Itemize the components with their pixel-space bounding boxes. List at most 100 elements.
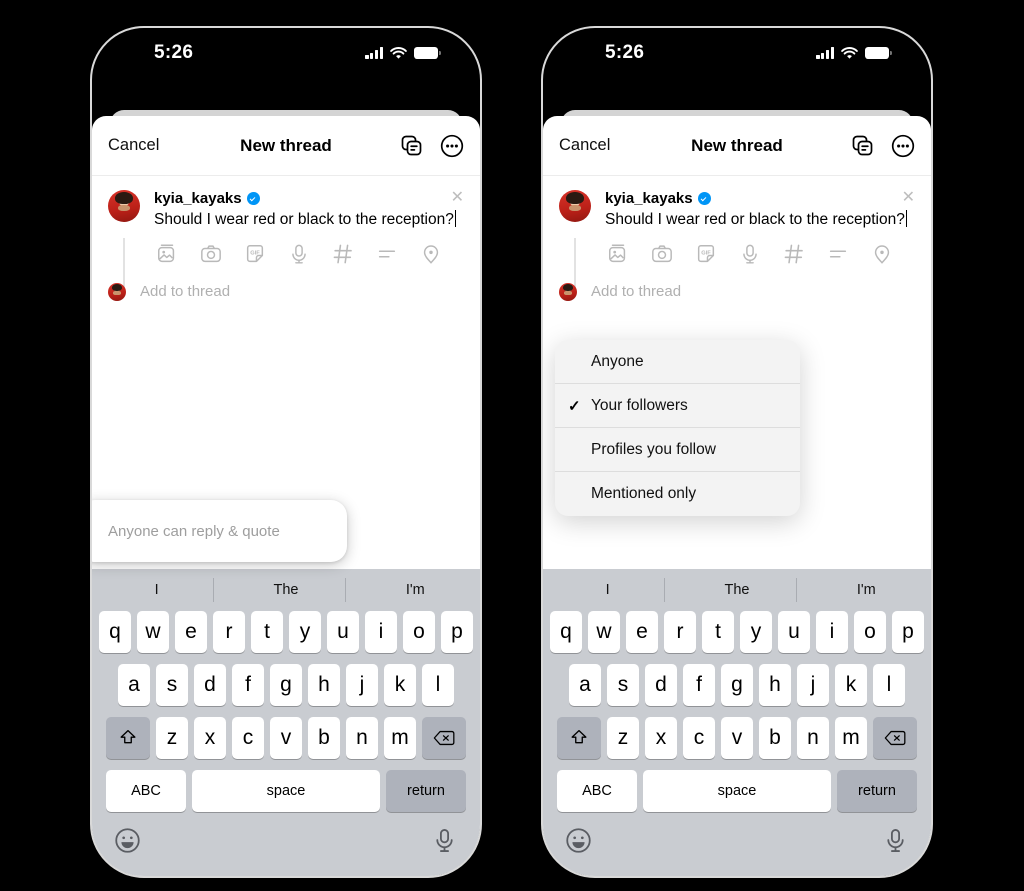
- key-i[interactable]: i: [365, 611, 397, 653]
- gif-icon[interactable]: GIF: [695, 243, 717, 265]
- duplicate-thread-icon[interactable]: [400, 134, 424, 158]
- key-l[interactable]: l: [422, 664, 454, 706]
- key-h[interactable]: h: [308, 664, 340, 706]
- poll-icon[interactable]: [376, 243, 398, 265]
- suggestion-item[interactable]: I: [92, 582, 221, 598]
- key-r[interactable]: r: [213, 611, 245, 653]
- emoji-key-icon[interactable]: [114, 827, 141, 854]
- key-x[interactable]: x: [194, 717, 226, 759]
- menu-item-mentioned-only[interactable]: Mentioned only: [555, 472, 800, 516]
- cancel-button[interactable]: Cancel: [108, 136, 159, 155]
- camera-icon[interactable]: [651, 243, 673, 265]
- menu-item-anyone[interactable]: Anyone: [555, 340, 800, 384]
- key-w[interactable]: w: [588, 611, 620, 653]
- poll-icon[interactable]: [827, 243, 849, 265]
- key-n[interactable]: n: [797, 717, 829, 759]
- microphone-icon[interactable]: [288, 243, 310, 265]
- duplicate-thread-icon[interactable]: [851, 134, 875, 158]
- key-c[interactable]: c: [683, 717, 715, 759]
- key-l[interactable]: l: [873, 664, 905, 706]
- key-d[interactable]: d: [194, 664, 226, 706]
- emoji-key-icon[interactable]: [565, 827, 592, 854]
- key-o[interactable]: o: [403, 611, 435, 653]
- avatar[interactable]: [108, 190, 140, 222]
- backspace-key-icon[interactable]: [422, 717, 466, 759]
- key-p[interactable]: p: [441, 611, 473, 653]
- key-g[interactable]: g: [721, 664, 753, 706]
- camera-icon[interactable]: [200, 243, 222, 265]
- key-u[interactable]: u: [327, 611, 359, 653]
- key-j[interactable]: j: [797, 664, 829, 706]
- shift-key-icon[interactable]: [557, 717, 601, 759]
- key-r[interactable]: r: [664, 611, 696, 653]
- key-x[interactable]: x: [645, 717, 677, 759]
- add-to-thread-row[interactable]: Add to thread: [559, 282, 915, 301]
- photo-icon[interactable]: [607, 243, 629, 265]
- key-i[interactable]: i: [816, 611, 848, 653]
- suggestion-item[interactable]: I: [543, 582, 672, 598]
- key-v[interactable]: v: [270, 717, 302, 759]
- gif-icon[interactable]: GIF: [244, 243, 266, 265]
- reply-audience-callout[interactable]: Anyone can reply & quote: [92, 500, 347, 562]
- space-key[interactable]: space: [643, 770, 831, 812]
- hashtag-icon[interactable]: [783, 243, 805, 265]
- suggestion-item[interactable]: I'm: [802, 582, 931, 598]
- key-w[interactable]: w: [137, 611, 169, 653]
- abc-key[interactable]: ABC: [106, 770, 186, 812]
- close-icon[interactable]: ✕: [451, 190, 464, 206]
- key-b[interactable]: b: [308, 717, 340, 759]
- composer-text-input[interactable]: Should I wear red or black to the recept…: [605, 210, 908, 231]
- key-g[interactable]: g: [270, 664, 302, 706]
- abc-key[interactable]: ABC: [557, 770, 637, 812]
- hashtag-icon[interactable]: [332, 243, 354, 265]
- menu-item-profiles-you-follow[interactable]: Profiles you follow: [555, 428, 800, 472]
- key-m[interactable]: m: [835, 717, 867, 759]
- key-q[interactable]: q: [550, 611, 582, 653]
- key-d[interactable]: d: [645, 664, 677, 706]
- key-t[interactable]: t: [702, 611, 734, 653]
- backspace-key-icon[interactable]: [873, 717, 917, 759]
- add-to-thread-row[interactable]: Add to thread: [108, 282, 464, 301]
- more-options-icon[interactable]: [440, 134, 464, 158]
- key-z[interactable]: z: [156, 717, 188, 759]
- key-n[interactable]: n: [346, 717, 378, 759]
- cancel-button[interactable]: Cancel: [559, 136, 610, 155]
- key-t[interactable]: t: [251, 611, 283, 653]
- avatar[interactable]: [559, 190, 591, 222]
- location-icon[interactable]: [420, 243, 442, 265]
- key-e[interactable]: e: [626, 611, 658, 653]
- location-icon[interactable]: [871, 243, 893, 265]
- key-f[interactable]: f: [232, 664, 264, 706]
- key-k[interactable]: k: [835, 664, 867, 706]
- key-a[interactable]: a: [569, 664, 601, 706]
- key-y[interactable]: y: [740, 611, 772, 653]
- key-u[interactable]: u: [778, 611, 810, 653]
- composer-text-input[interactable]: Should I wear red or black to the recept…: [154, 210, 457, 231]
- suggestion-item[interactable]: The: [221, 582, 350, 598]
- dictation-microphone-icon[interactable]: [431, 827, 458, 854]
- close-icon[interactable]: ✕: [902, 190, 915, 206]
- key-v[interactable]: v: [721, 717, 753, 759]
- key-k[interactable]: k: [384, 664, 416, 706]
- shift-key-icon[interactable]: [106, 717, 150, 759]
- key-y[interactable]: y: [289, 611, 321, 653]
- key-s[interactable]: s: [607, 664, 639, 706]
- return-key[interactable]: return: [386, 770, 466, 812]
- space-key[interactable]: space: [192, 770, 380, 812]
- suggestion-item[interactable]: The: [672, 582, 801, 598]
- key-q[interactable]: q: [99, 611, 131, 653]
- key-s[interactable]: s: [156, 664, 188, 706]
- menu-item-your-followers[interactable]: ✓ Your followers: [555, 384, 800, 428]
- key-f[interactable]: f: [683, 664, 715, 706]
- dictation-microphone-icon[interactable]: [882, 827, 909, 854]
- key-h[interactable]: h: [759, 664, 791, 706]
- key-z[interactable]: z: [607, 717, 639, 759]
- suggestion-item[interactable]: I'm: [351, 582, 480, 598]
- key-m[interactable]: m: [384, 717, 416, 759]
- key-a[interactable]: a: [118, 664, 150, 706]
- key-o[interactable]: o: [854, 611, 886, 653]
- key-j[interactable]: j: [346, 664, 378, 706]
- key-e[interactable]: e: [175, 611, 207, 653]
- photo-icon[interactable]: [156, 243, 178, 265]
- return-key[interactable]: return: [837, 770, 917, 812]
